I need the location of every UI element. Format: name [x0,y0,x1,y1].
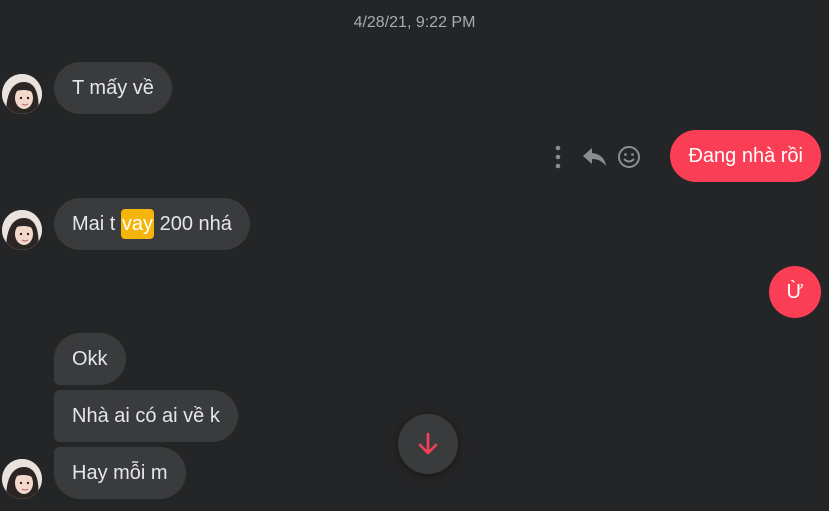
contact-avatar[interactable] [2,74,42,114]
arrow-down-icon [418,432,438,455]
message-bubble-incoming[interactable]: Okk [54,333,126,385]
search-highlight: vay [120,209,155,239]
contact-avatar[interactable] [2,210,42,250]
scroll-to-bottom-button[interactable] [398,414,458,474]
react-smiley-icon[interactable] [614,142,644,172]
contact-avatar[interactable] [2,459,42,499]
message-text: Mai t [72,213,121,235]
more-options-icon[interactable] [548,142,578,172]
message-bubble-outgoing[interactable]: Ừ [769,266,821,318]
message-bubble-incoming[interactable]: T mấy về [54,62,172,114]
message-actions [548,142,648,172]
thread-timestamp: 4/28/21, 9:22 PM [353,14,476,31]
message-text: 200 nhá [154,213,232,235]
reply-icon[interactable] [580,142,610,172]
message-bubble-outgoing[interactable]: Đang nhà rồi [670,130,821,182]
message-bubble-incoming[interactable]: Nhà ai có ai về k [54,390,238,442]
message-bubble-incoming[interactable]: Mai t vay 200 nhá [54,198,250,250]
message-bubble-incoming[interactable]: Hay mỗi m [54,447,186,499]
